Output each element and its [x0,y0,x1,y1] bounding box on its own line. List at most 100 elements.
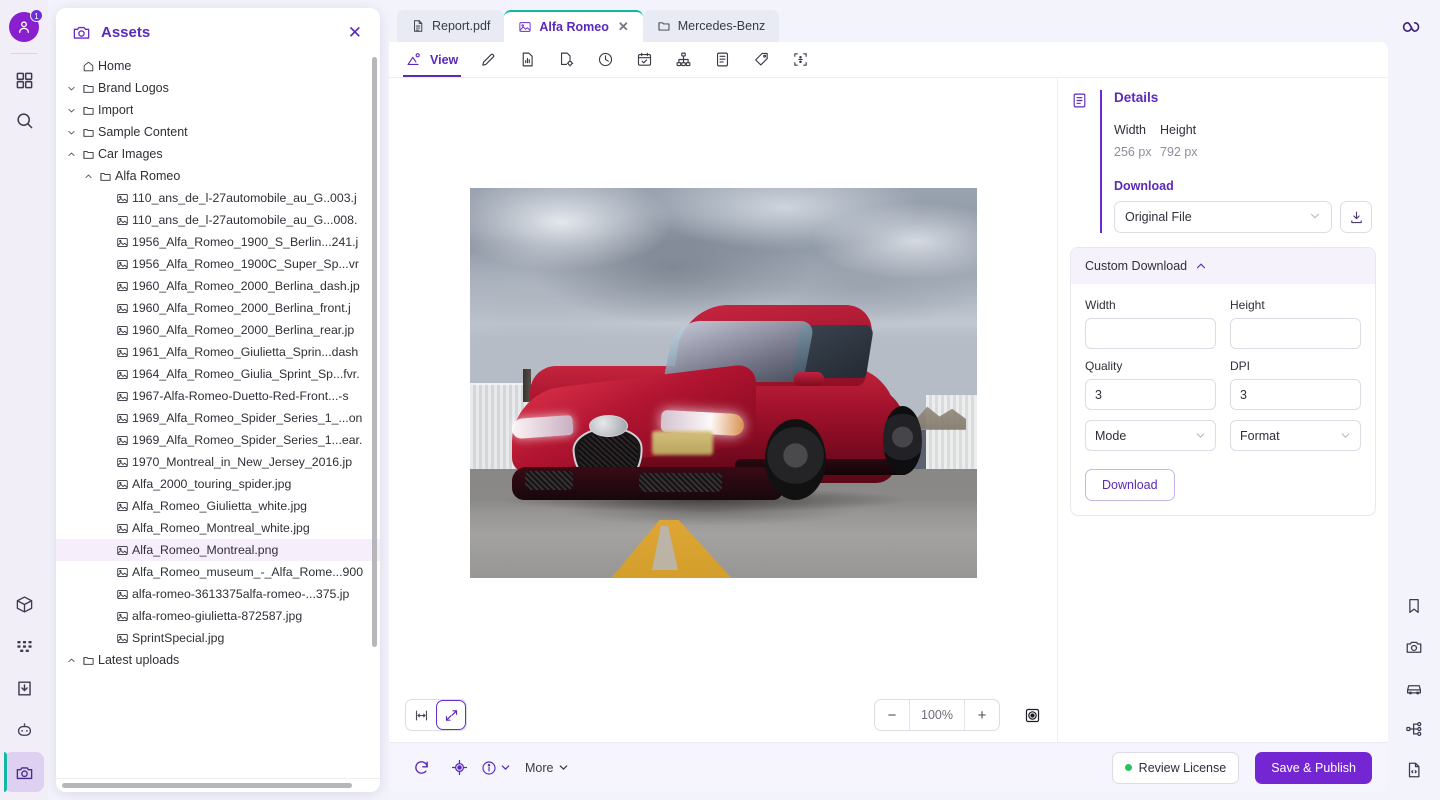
toolbar-list-document[interactable] [703,42,742,77]
tree-item-file[interactable]: 1969_Alfa_Romeo_Spider_Series_1...ear. [56,429,380,451]
tree-item-folder[interactable]: Latest uploads [56,649,380,671]
toolbar-file-settings[interactable] [547,42,586,77]
tree-item-file[interactable]: 1961_Alfa_Romeo_Giulietta_Sprin...dash [56,341,380,363]
image-canvas[interactable] [389,78,1057,688]
sidebar-item-apps[interactable] [4,626,44,666]
sidebar-item-media[interactable] [4,752,44,792]
tree-item-file[interactable]: 1956_Alfa_Romeo_1900C_Super_Sp...vr [56,253,380,275]
more-menu-button[interactable]: More [525,761,569,775]
custom-width-input[interactable] [1085,318,1216,349]
tree-item-file[interactable]: 1970_Montreal_in_New_Jersey_2016.jp [56,451,380,473]
details-list-icon[interactable] [1058,90,1100,233]
download-icon[interactable] [1340,201,1372,233]
custom-download-header[interactable]: Custom Download [1071,248,1375,284]
tree-item-label: 1956_Alfa_Romeo_1900C_Super_Sp...vr [132,257,359,271]
tree-item-file[interactable]: 1964_Alfa_Romeo_Giulia_Sprint_Sp...fvr. [56,363,380,385]
assets-panel-header: Assets ✕ [56,8,380,53]
chevron-down-icon[interactable] [64,106,78,115]
details-content: Details Width Height 256 px 792 px Downl… [1100,90,1388,233]
assets-panel: Assets ✕ HomeBrand LogosImportSample Con… [56,8,380,792]
tree-item-file[interactable]: 1960_Alfa_Romeo_2000_Berlina_dash.jp [56,275,380,297]
infinity-logo-icon[interactable] [1401,14,1427,40]
dimension-labels-row: Width Height [1114,123,1372,137]
code-file-icon[interactable] [1394,749,1434,790]
tree-item-file[interactable]: 1969_Alfa_Romeo_Spider_Series_1_...on [56,407,380,429]
avatar[interactable]: 1 [9,12,39,42]
tree-item-file[interactable]: Alfa_2000_touring_spider.jpg [56,473,380,495]
assets-tree-scroll[interactable]: HomeBrand LogosImportSample ContentCar I… [56,53,380,778]
download-format-select[interactable]: Original File [1114,201,1332,233]
focus-target-icon[interactable] [1024,707,1041,724]
sidebar-item-3d-assets[interactable] [4,584,44,624]
tab-alfa-romeo[interactable]: Alfa Romeo✕ [504,10,642,42]
sitemap-icon[interactable] [1394,708,1434,749]
sidebar-item-import[interactable] [4,668,44,708]
image-file-icon [112,258,132,271]
toolbar-pencil[interactable] [469,42,508,77]
fit-width-icon[interactable] [406,700,436,730]
tree-item-file[interactable]: 1967-Alfa-Romeo-Duetto-Red-Front...-s [56,385,380,407]
toolbar-tag[interactable] [742,42,781,77]
custom-download-button[interactable]: Download [1085,469,1175,501]
toolbar-history-clock[interactable] [586,42,625,77]
horizontal-scrollbar-thumb[interactable] [62,783,352,788]
tree-item-file[interactable]: Alfa_Romeo_museum_-_Alfa_Rome...900 [56,561,380,583]
chevron-up-icon[interactable] [1195,260,1207,272]
mode-select[interactable]: Mode [1085,420,1216,451]
tree-item-file[interactable]: 1956_Alfa_Romeo_1900_S_Berlin...241.j [56,231,380,253]
tree-item-folder[interactable]: Sample Content [56,121,380,143]
tree-item-file[interactable]: 110_ans_de_l-27automobile_au_G...008. [56,209,380,231]
save-and-publish-button[interactable]: Save & Publish [1255,752,1372,784]
toolbar-view[interactable]: View [395,42,469,77]
tree-item-folder[interactable]: Import [56,99,380,121]
dpi-input[interactable] [1230,379,1361,410]
vertical-scrollbar[interactable] [372,57,377,647]
tree-item-file[interactable]: Alfa_Romeo_Montreal_white.jpg [56,517,380,539]
review-license-button[interactable]: Review License [1112,752,1240,784]
tree-item-file[interactable]: alfa-romeo-3613375alfa-romeo-...375.jp [56,583,380,605]
tree-item-file[interactable]: 110_ans_de_l-27automobile_au_G..003.j [56,187,380,209]
zoom-in-button[interactable]: + [965,700,999,730]
chevron-up-icon[interactable] [64,656,78,665]
locate-target-icon[interactable] [443,752,475,784]
sidebar-item-automation[interactable] [4,710,44,750]
chevron-down-icon[interactable] [64,84,78,93]
tree-item-folder[interactable]: Home [56,55,380,77]
fit-screen-icon[interactable] [436,700,466,730]
tree-item-file[interactable]: Alfa_Romeo_Giulietta_white.jpg [56,495,380,517]
tab-mercedes-benz[interactable]: Mercedes-Benz [643,10,780,42]
bookmark-icon[interactable] [1394,585,1434,626]
tree-item-file[interactable]: 1960_Alfa_Romeo_2000_Berlina_front.j [56,297,380,319]
toolbar-calendar-check[interactable] [625,42,664,77]
close-icon[interactable]: ✕ [618,19,629,35]
zoom-out-button[interactable]: − [875,700,909,730]
tree-item-folder[interactable]: Brand Logos [56,77,380,99]
horizontal-scrollbar-track[interactable] [56,778,380,792]
tree-item-file[interactable]: 1960_Alfa_Romeo_2000_Berlina_rear.jp [56,319,380,341]
refresh-icon[interactable] [405,752,437,784]
tab-report-pdf[interactable]: Report.pdf [397,10,504,42]
sidebar-item-dashboard[interactable] [4,60,44,100]
info-button[interactable] [481,760,511,776]
sidebar-item-search[interactable] [4,100,44,140]
chevron-up-icon[interactable] [64,150,78,159]
toolbar-crop-selection[interactable] [781,42,820,77]
tree-item-file[interactable]: alfa-romeo-giulietta-872587.jpg [56,605,380,627]
quality-input[interactable] [1085,379,1216,410]
camera-icon[interactable] [1394,626,1434,667]
car-icon[interactable] [1394,667,1434,708]
format-select[interactable]: Format [1230,420,1361,451]
tree-item-folder[interactable]: Car Images [56,143,380,165]
asset-preview-image[interactable] [470,188,977,578]
tree-item-file[interactable]: Alfa_Romeo_Montreal.png [56,539,380,561]
car-front-wheel [765,419,826,500]
chevron-down-icon[interactable] [64,128,78,137]
toolbar-hierarchy[interactable] [664,42,703,77]
zoom-level-value[interactable]: 100% [909,700,965,730]
close-icon[interactable]: ✕ [344,22,366,43]
chevron-up-icon[interactable] [81,172,95,181]
tree-item-file[interactable]: SprintSpecial.jpg [56,627,380,649]
custom-height-input[interactable] [1230,318,1361,349]
tree-item-folder[interactable]: Alfa Romeo [56,165,380,187]
toolbar-file-chart[interactable] [508,42,547,77]
